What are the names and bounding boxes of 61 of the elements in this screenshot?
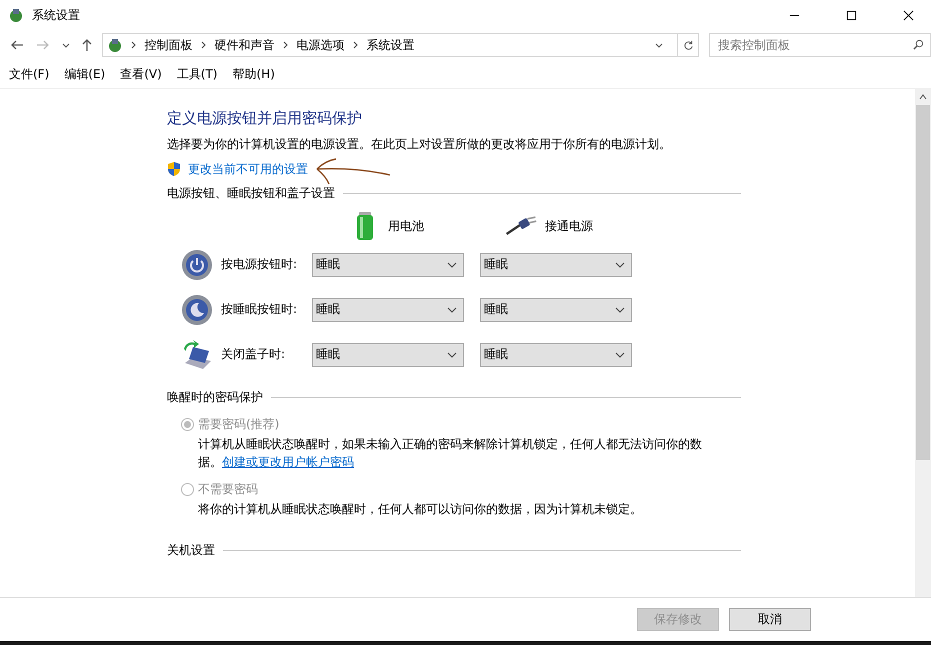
power-button-icon: [181, 248, 213, 280]
scroll-up-icon[interactable]: [919, 94, 927, 100]
change-settings-link[interactable]: 更改当前不可用的设置: [188, 160, 308, 178]
chevron-right-icon: [352, 41, 359, 49]
option-description: 计算机从睡眠状态唤醒时，如果未输入正确的密码来解除计算机锁定，任何人都无法访问你的数据。创建或更改用户帐户密码: [197, 436, 703, 471]
dropdown[interactable]: 睡眠: [312, 252, 464, 276]
breadcrumb[interactable]: 系统设置: [366, 36, 415, 54]
chevron-right-icon: [200, 41, 207, 49]
column-label: 用电池: [388, 218, 424, 234]
control-panel-icon: [8, 7, 24, 23]
chevron-down-icon: [615, 262, 625, 268]
menu-item[interactable]: 工具(T): [176, 66, 218, 82]
chevron-down-icon[interactable]: [655, 41, 664, 49]
shield-icon: [167, 161, 181, 177]
refresh-icon: [682, 40, 694, 50]
dialog-button[interactable]: 取消: [729, 608, 811, 631]
breadcrumb[interactable]: 硬件和声音: [214, 36, 275, 54]
section-title: 唤醒时的密码保护: [167, 389, 263, 406]
chevron-down-icon: [447, 352, 457, 358]
chevron-right-icon: [282, 41, 289, 49]
refresh-button[interactable]: [678, 33, 699, 57]
moon-button-icon: [181, 294, 213, 326]
dropdown[interactable]: 睡眠: [480, 298, 632, 322]
chevron-right-icon: [130, 41, 137, 49]
chevron-down-icon: [447, 306, 457, 312]
search-icon: [912, 39, 924, 50]
section-title: 关机设置: [167, 542, 215, 559]
dropdown[interactable]: 睡眠: [312, 298, 464, 322]
breadcrumb[interactable]: 电源选项: [296, 36, 345, 54]
plug-icon: [505, 214, 537, 238]
section-title: 电源按钮、睡眠按钮和盖子设置: [167, 185, 335, 202]
up-icon[interactable]: [80, 38, 94, 52]
back-icon[interactable]: [10, 38, 24, 52]
chevron-down-icon: [615, 352, 625, 358]
row-label: 关闭盖子时:: [221, 346, 286, 363]
row-label: 按电源按钮时:: [221, 256, 298, 273]
dropdown[interactable]: 睡眠: [480, 252, 632, 276]
dropdown[interactable]: 睡眠: [480, 342, 632, 366]
address-bar[interactable]: 控制面板 硬件和声音 电源选项 系统设置: [102, 33, 678, 57]
battery-icon: [355, 211, 375, 241]
column-label: 接通电源: [545, 218, 593, 234]
chevron-down-icon[interactable]: [62, 41, 70, 49]
radio-label: 不需要密码: [198, 481, 258, 498]
laptop-icon: [181, 338, 213, 370]
breadcrumb[interactable]: 控制面板: [144, 36, 193, 54]
page-description: 选择要为你的计算机设置的电源设置。在此页上对设置所做的更改将应用于你所有的电源计划。: [167, 136, 672, 153]
page-heading: 定义电源按钮并启用密码保护: [167, 109, 363, 128]
chevron-down-icon: [447, 262, 457, 268]
menu-item[interactable]: 查看(V): [120, 66, 162, 82]
chevron-down-icon: [615, 306, 625, 312]
menu-item[interactable]: 文件(F): [9, 66, 50, 82]
row-label: 按睡眠按钮时:: [221, 301, 298, 318]
control-panel-icon: [106, 37, 123, 53]
search-field[interactable]: 搜索控制面板: [708, 33, 931, 57]
menu-item[interactable]: 编辑(E): [64, 66, 106, 82]
radio-label: 需要密码(推荐): [198, 416, 280, 433]
menu-item[interactable]: 帮助(H): [232, 66, 275, 82]
dropdown[interactable]: 睡眠: [312, 342, 464, 366]
scrollbar[interactable]: [915, 89, 931, 597]
window-title: 系统设置: [32, 6, 80, 24]
option-description: 将你的计算机从睡眠状态唤醒时，任何人都可以访问你的数据，因为计算机未锁定。: [197, 501, 643, 518]
